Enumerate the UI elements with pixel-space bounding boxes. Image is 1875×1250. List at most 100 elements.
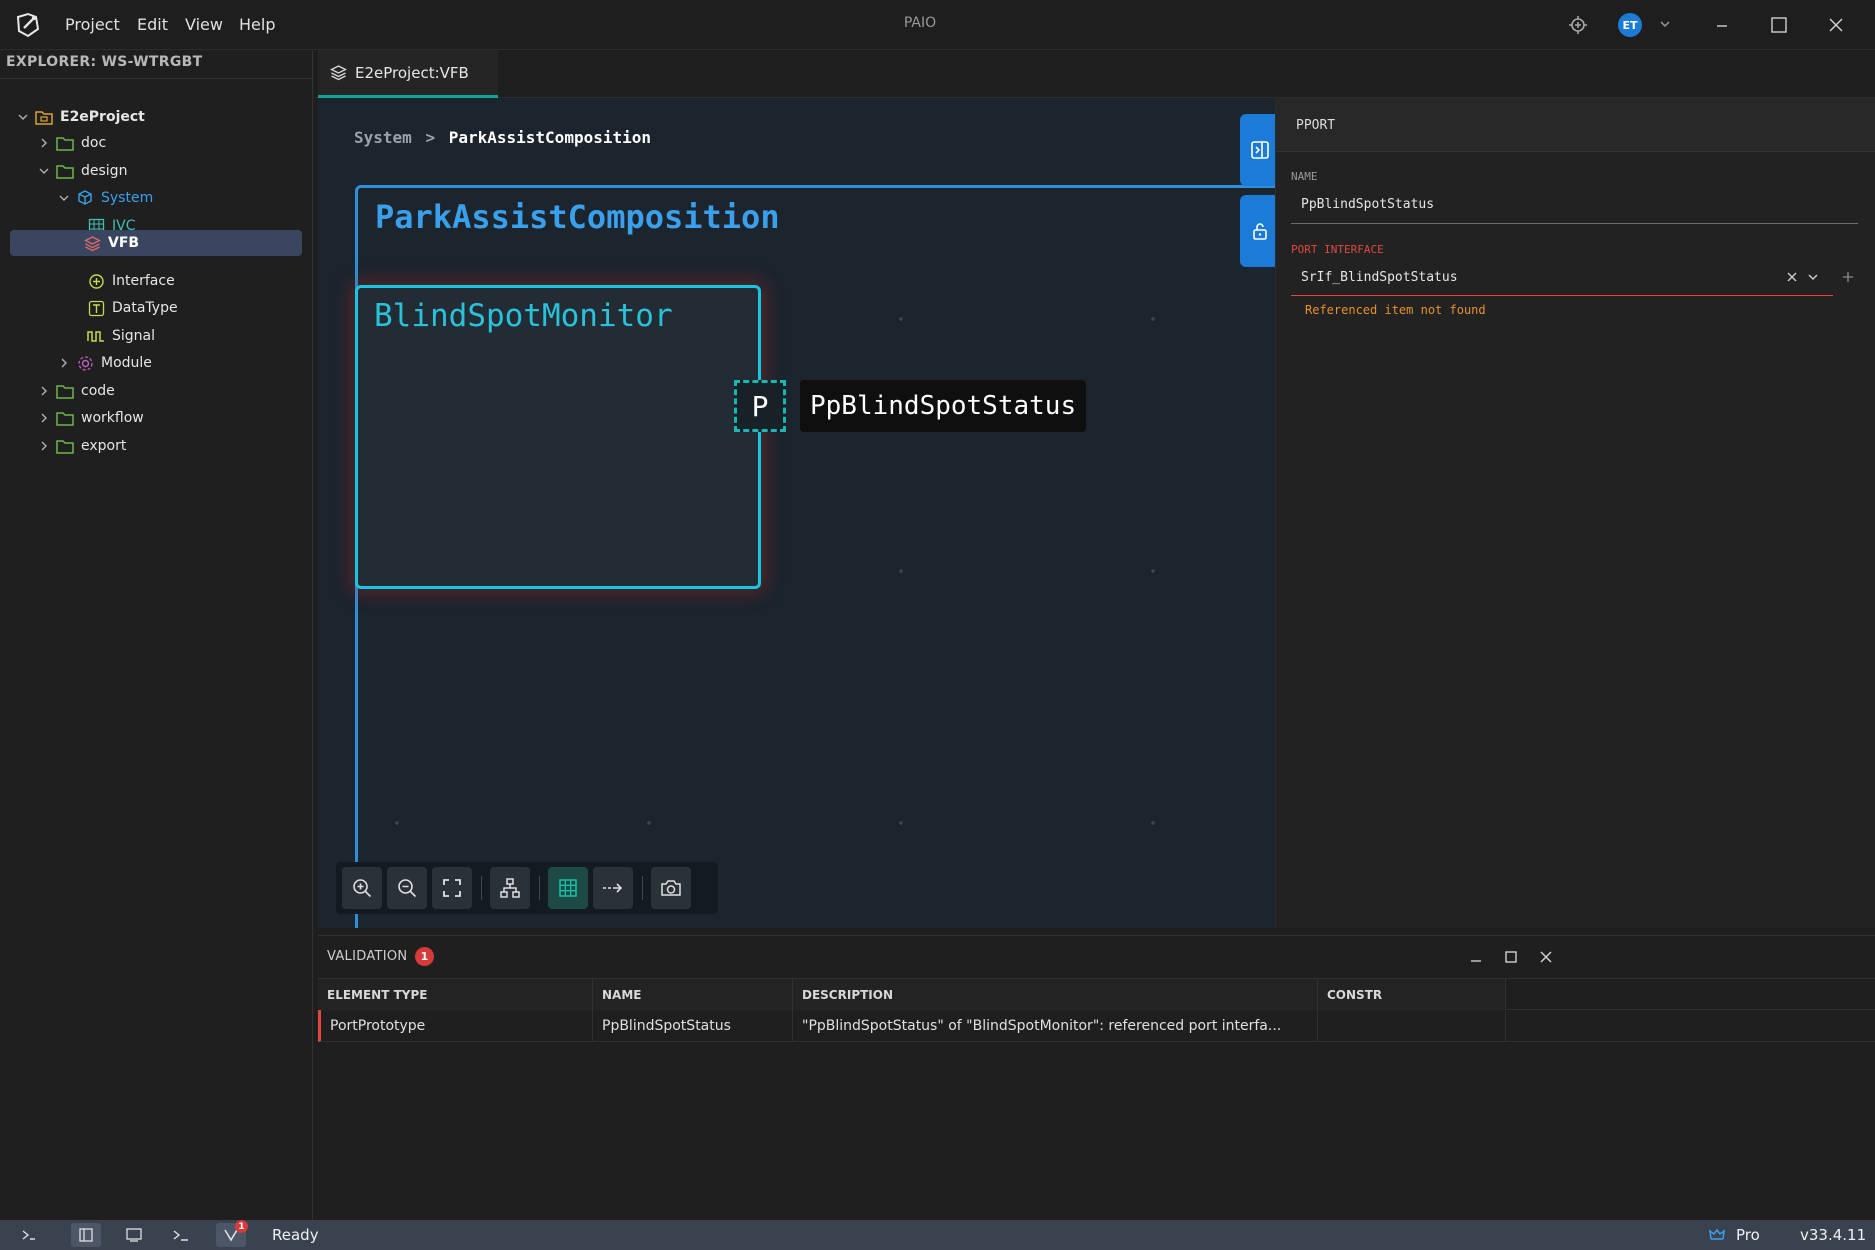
port-pport[interactable]: P	[734, 380, 786, 432]
diagram-canvas[interactable]: System > ParkAssistComposition ParkAssis…	[318, 98, 1275, 928]
close-window-button[interactable]	[1808, 0, 1864, 50]
zoom-in-button[interactable]	[342, 867, 382, 909]
chevron-down-icon[interactable]	[1806, 270, 1820, 284]
folder-icon	[55, 409, 75, 427]
port-letter: P	[751, 389, 769, 423]
tab-e2eproject-vfb[interactable]: E2eProject:VFB	[318, 50, 498, 98]
properties-panel: PPORT NAME PpBlindSpotStatus PORT INTERF…	[1275, 98, 1875, 928]
screenshot-button[interactable]	[651, 867, 691, 909]
toggle-grid-button[interactable]	[548, 867, 588, 909]
validation-count-badge: 1	[235, 1220, 248, 1233]
column-header-name[interactable]: NAME	[593, 979, 793, 1011]
name-field[interactable]: PpBlindSpotStatus	[1301, 197, 1434, 212]
chevron-down-icon[interactable]	[16, 111, 30, 123]
fit-view-button[interactable]	[432, 867, 472, 909]
maximize-button[interactable]	[1751, 0, 1807, 50]
tree-item-signal[interactable]: Signal	[82, 323, 307, 349]
tree-item-e2eproject[interactable]: E2eProject	[16, 104, 306, 130]
lock-button[interactable]	[1240, 195, 1275, 267]
tree-item-system[interactable]: System	[57, 185, 307, 211]
chevron-right-icon[interactable]	[37, 412, 51, 424]
column-header-constr[interactable]: CONSTR	[1318, 979, 1506, 1011]
module-icon	[75, 354, 95, 372]
chevron-right-icon[interactable]	[57, 357, 71, 369]
chevron-down-icon[interactable]	[37, 165, 51, 177]
remote-icon[interactable]	[14, 1220, 44, 1250]
tree-item-label: DataType	[112, 300, 178, 316]
minimize-panel-button[interactable]	[1468, 949, 1484, 965]
tree-item-label: code	[81, 383, 115, 399]
table-row[interactable]: PortPrototype PpBlindSpotStatus "PpBlind…	[318, 1010, 1875, 1042]
minimize-button[interactable]	[1694, 0, 1750, 50]
connection-style-button[interactable]	[593, 867, 633, 909]
close-panel-button[interactable]	[1538, 949, 1554, 965]
port-interface-label: PORT INTERFACE	[1291, 243, 1384, 256]
folder-icon	[55, 162, 75, 180]
clear-icon[interactable]	[1785, 270, 1799, 284]
tree-item-label: design	[81, 163, 128, 179]
tree-item-code[interactable]: code	[37, 378, 307, 404]
tree-item-label: Interface	[112, 273, 175, 289]
component-box[interactable]: BlindSpotMonitor	[355, 285, 761, 589]
chevron-right-icon[interactable]	[37, 137, 51, 149]
tree-item-doc[interactable]: doc	[37, 130, 307, 156]
chevron-down-icon[interactable]	[1658, 17, 1672, 31]
breadcrumb-parent[interactable]: System	[354, 128, 412, 147]
validation-count-badge: 1	[415, 947, 434, 966]
signal-icon	[86, 327, 106, 345]
toggle-sidebar-button[interactable]	[71, 1223, 101, 1247]
validation-title: VALIDATION	[327, 949, 408, 964]
validation-panel: VALIDATION 1 ELEMENT TYPE NAME DESCRIPTI…	[318, 935, 1875, 1220]
tree-item-interface[interactable]: Interface	[82, 268, 307, 294]
chevron-right-icon[interactable]	[37, 385, 51, 397]
name-field-label: NAME	[1291, 170, 1318, 183]
avatar[interactable]: ET	[1618, 13, 1642, 37]
tree-item-module[interactable]: Module	[57, 350, 307, 376]
zoom-out-icon	[396, 877, 418, 899]
tree-item-label: System	[101, 190, 154, 206]
auto-layout-button[interactable]	[490, 867, 530, 909]
toggle-bottom-panel-button[interactable]	[119, 1220, 149, 1250]
tree-item-datatype[interactable]: DataType	[82, 295, 307, 321]
maximize-panel-button[interactable]	[1503, 949, 1519, 965]
tree-item-label: doc	[81, 135, 107, 151]
column-header-element-type[interactable]: ELEMENT TYPE	[318, 979, 593, 1011]
tree-item-workflow[interactable]: workflow	[37, 405, 307, 431]
tree-item-label: E2eProject	[60, 109, 145, 125]
cell-description: "PpBlindSpotStatus" of "BlindSpotMonitor…	[793, 1010, 1318, 1042]
zoom-out-button[interactable]	[387, 867, 427, 909]
tree-item-design[interactable]: design	[37, 158, 307, 184]
explorer-panel: EXPLORER: WS-WTRGBT E2eProject doc desig…	[0, 50, 313, 1220]
terminal-icon[interactable]	[166, 1220, 196, 1250]
error-message: Referenced item not found	[1305, 303, 1486, 317]
folder-icon	[55, 437, 75, 455]
folder-icon	[55, 134, 75, 152]
port-label: PpBlindSpotStatus	[800, 380, 1087, 432]
layers-icon	[330, 64, 347, 81]
breadcrumb: System > ParkAssistComposition	[354, 128, 651, 147]
tab-bar: E2eProject:VFB	[314, 50, 1875, 98]
grid-icon	[558, 878, 578, 898]
breadcrumb-current: ParkAssistComposition	[448, 128, 652, 147]
tree-item-label: VFB	[108, 235, 140, 251]
interface-icon	[86, 272, 106, 290]
canvas-toolbar	[336, 862, 718, 914]
port-interface-select[interactable]: SrIf_BlindSpotStatus	[1301, 270, 1458, 285]
explorer-title: EXPLORER: WS-WTRGBT	[6, 54, 203, 70]
debug-icon[interactable]	[1566, 13, 1590, 37]
chevron-right-icon[interactable]	[37, 440, 51, 452]
cube-icon	[75, 189, 95, 207]
chevron-down-icon[interactable]	[57, 192, 71, 204]
project-folder-icon	[34, 108, 54, 126]
tree-item-vfb[interactable]: VFB	[10, 230, 302, 256]
crown-icon	[1709, 1220, 1725, 1250]
edition-label: Pro	[1736, 1226, 1760, 1244]
tree-item-export[interactable]: export	[37, 433, 307, 459]
cell-element-type: PortPrototype	[321, 1010, 593, 1042]
column-header-description[interactable]: DESCRIPTION	[793, 979, 1318, 1011]
tree-item-label: Module	[101, 355, 152, 371]
add-icon[interactable]	[1841, 270, 1855, 284]
zoom-in-icon	[351, 877, 373, 899]
toggle-panel-button[interactable]	[1240, 114, 1275, 186]
version-label: v33.4.11	[1800, 1226, 1867, 1244]
